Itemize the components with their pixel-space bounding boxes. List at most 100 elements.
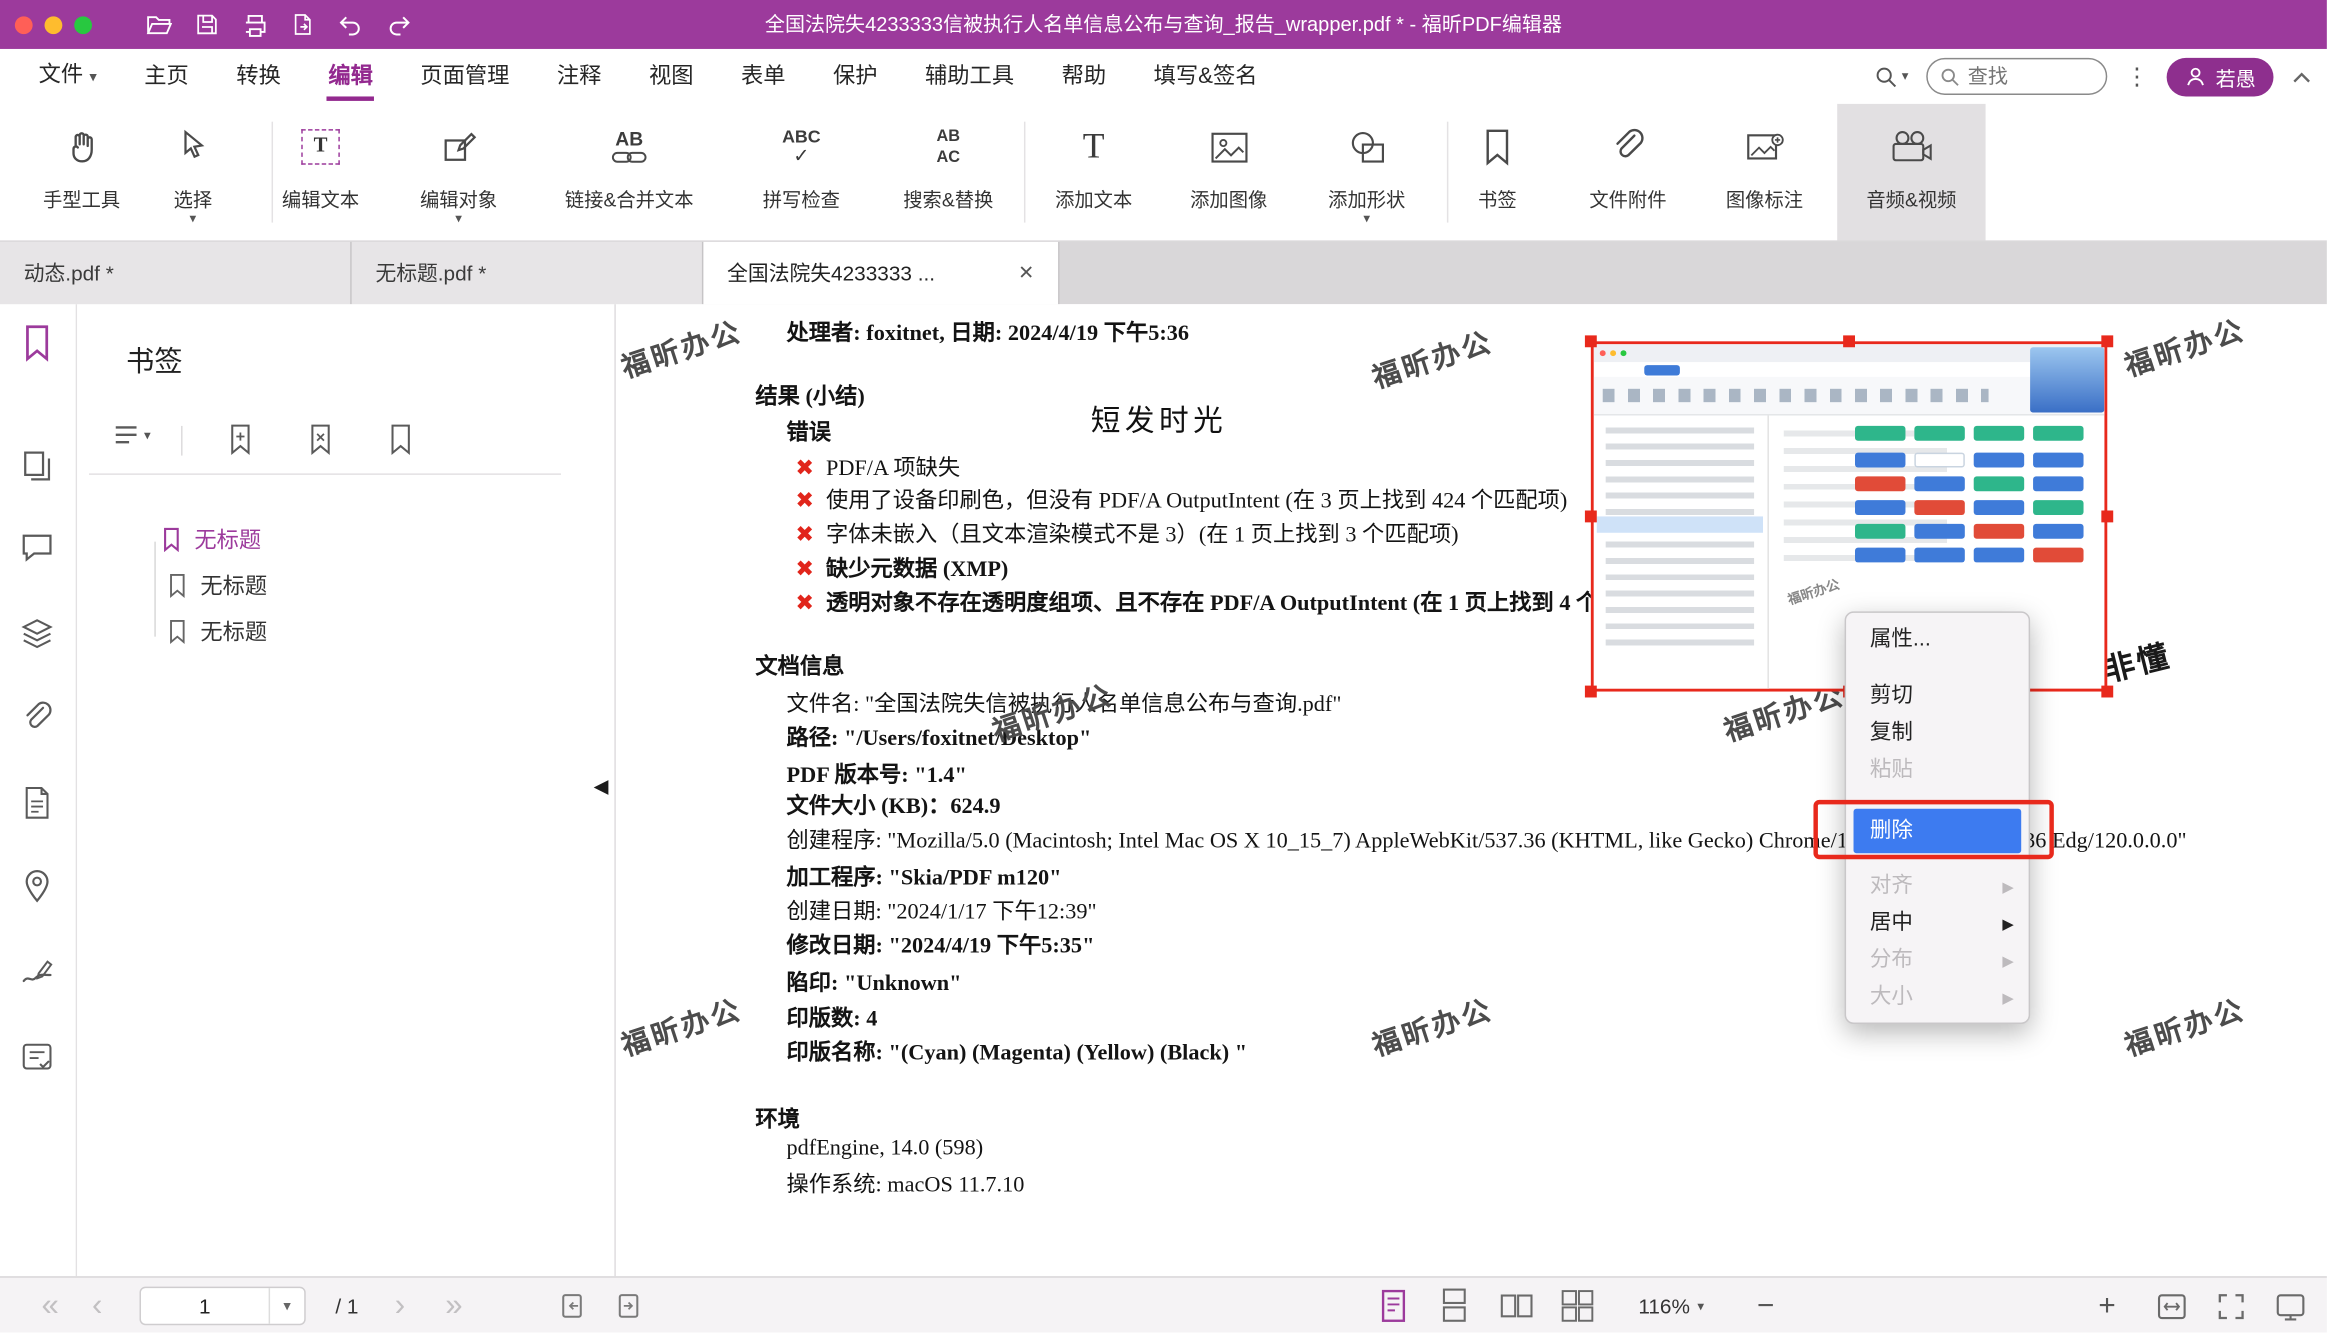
layers-panel-icon[interactable]	[19, 616, 55, 652]
pages-panel-icon[interactable]	[19, 448, 55, 484]
search-input[interactable]	[1968, 65, 2087, 87]
next-view-icon[interactable]	[614, 1278, 644, 1333]
doc-line: 印版数: 4	[787, 1002, 878, 1033]
page-total-label: / 1	[335, 1278, 358, 1333]
menu-file[interactable]: 文件 ▾	[39, 47, 97, 105]
view-facing-icon[interactable]	[1499, 1278, 1535, 1333]
menu-protect[interactable]: 保护	[833, 49, 878, 104]
zoom-in-button[interactable]: +	[2098, 1278, 2115, 1333]
export-icon[interactable]	[291, 12, 315, 37]
next-page-icon[interactable]: ›	[395, 1278, 405, 1333]
close-window-button[interactable]	[15, 16, 33, 34]
document-tab-3-active[interactable]: 全国法院失4233333 ... ✕	[703, 242, 1059, 304]
tool-search-replace[interactable]: ABAC 搜索&替换	[877, 116, 1019, 212]
tool-add-shape[interactable]: 添加形状 ▾	[1304, 116, 1429, 224]
doc-subheading: 错误	[787, 416, 832, 447]
previous-page-icon[interactable]: ‹	[92, 1278, 102, 1333]
menu-fill-sign[interactable]: 填写&签名	[1154, 49, 1258, 104]
menu-page-management[interactable]: 页面管理	[420, 49, 509, 104]
minimize-window-button[interactable]	[45, 16, 63, 34]
redo-icon[interactable]	[386, 13, 413, 37]
find-search-box[interactable]	[1926, 58, 2107, 95]
doc-section-heading: 环境	[755, 1103, 800, 1134]
last-page-icon[interactable]: »	[445, 1278, 462, 1333]
comments-panel-icon[interactable]	[19, 530, 55, 566]
document-tab-1[interactable]: 动态.pdf *	[0, 242, 352, 304]
menu-form[interactable]: 表单	[741, 49, 786, 104]
search-tools-dropdown[interactable]: ▾	[1875, 65, 1908, 89]
zoom-out-button[interactable]: −	[1757, 1278, 1774, 1333]
first-page-icon[interactable]: «	[42, 1278, 59, 1333]
page-number-input[interactable]	[141, 1294, 269, 1318]
print-icon[interactable]	[242, 11, 269, 38]
tool-spell-check[interactable]: ABC✓ 拼写检查	[735, 116, 869, 212]
resize-handle-sw[interactable]	[1585, 686, 1597, 698]
signature-panel-icon[interactable]	[19, 954, 55, 990]
destinations-panel-icon[interactable]	[19, 868, 55, 904]
bookmark-item-1[interactable]: 无标题	[160, 524, 261, 555]
undo-icon[interactable]	[337, 13, 364, 37]
tool-edit-text[interactable]: T 编辑文本	[258, 116, 383, 212]
resize-handle-ne[interactable]	[2101, 335, 2113, 347]
user-account-button[interactable]: 若愚	[2167, 57, 2274, 96]
bookmark-options-menu[interactable]: ▾	[113, 423, 151, 447]
resize-handle-e[interactable]	[2101, 510, 2113, 522]
video-camera-icon	[1837, 116, 1985, 178]
document-page[interactable]: 福昕办公 福昕办公 福昕办公 福昕办公 福昕办公 福昕办公 福昕办公 福昕办公 …	[616, 304, 2327, 1276]
previous-view-icon[interactable]	[557, 1278, 587, 1333]
collapse-panel-handle[interactable]: ◀	[589, 764, 613, 809]
document-tab-2[interactable]: 无标题.pdf *	[352, 242, 704, 304]
doc-section-heading: 文档信息	[755, 650, 844, 681]
link-text-icon: AB	[540, 116, 718, 178]
save-icon[interactable]	[194, 12, 219, 37]
bookmark-item-2[interactable]: 无标题	[166, 570, 267, 601]
resize-handle-nw[interactable]	[1585, 335, 1597, 347]
context-menu-cut[interactable]: 剪切	[1846, 678, 2029, 715]
expand-bookmark-icon[interactable]	[386, 423, 416, 456]
tool-image-annotation[interactable]: 图像标注	[1702, 116, 1827, 212]
add-bookmark-icon[interactable]	[226, 423, 256, 456]
menu-help[interactable]: 帮助	[1062, 49, 1107, 104]
open-file-icon[interactable]	[145, 11, 172, 38]
view-continuous-facing-icon[interactable]	[1560, 1278, 1596, 1333]
presentation-mode-icon[interactable]	[2273, 1278, 2307, 1333]
maximize-window-button[interactable]	[74, 16, 92, 34]
view-single-page-icon[interactable]	[1377, 1278, 1410, 1333]
collapse-ribbon-icon[interactable]	[2291, 69, 2312, 84]
bookmarks-panel-icon[interactable]	[19, 324, 55, 363]
context-menu-copy[interactable]: 复制	[1846, 715, 2029, 752]
resize-handle-w[interactable]	[1585, 510, 1597, 522]
tool-bookmark[interactable]: 书签	[1450, 116, 1545, 212]
page-number-box[interactable]: ▾	[139, 1287, 305, 1326]
context-menu-center[interactable]: 居中▶	[1846, 905, 2029, 942]
tool-select[interactable]: 选择 ▾	[148, 116, 237, 224]
tool-file-attachment[interactable]: 文件附件	[1566, 116, 1691, 212]
tool-audio-video[interactable]: 音频&视频	[1837, 104, 1985, 241]
page-dropdown-icon[interactable]: ▾	[269, 1288, 305, 1324]
menu-convert[interactable]: 转换	[236, 49, 281, 104]
fit-page-icon[interactable]	[2155, 1278, 2189, 1333]
resize-handle-n[interactable]	[1843, 335, 1855, 347]
menu-edit[interactable]: 编辑	[328, 49, 373, 104]
delete-bookmark-icon[interactable]	[306, 423, 336, 456]
tool-add-text[interactable]: T 添加文本	[1034, 116, 1153, 212]
attachments-panel-icon[interactable]	[19, 700, 55, 736]
tool-add-image[interactable]: 添加图像	[1166, 116, 1291, 212]
fullscreen-icon[interactable]	[2214, 1278, 2248, 1333]
tool-link-join-text[interactable]: AB 链接&合并文本	[540, 116, 718, 212]
tool-edit-object[interactable]: 编辑对象 ▾	[396, 116, 521, 224]
menu-comment[interactable]: 注释	[557, 49, 602, 104]
close-tab-icon[interactable]: ✕	[983, 261, 1035, 285]
more-options-icon[interactable]: ⋮	[2125, 62, 2149, 92]
form-fields-panel-icon[interactable]	[19, 1039, 55, 1075]
context-menu-properties[interactable]: 属性...	[1846, 622, 2029, 659]
view-continuous-icon[interactable]	[1438, 1278, 1471, 1333]
tool-hand[interactable]: 手型工具	[22, 116, 141, 212]
menu-home[interactable]: 主页	[144, 49, 189, 104]
document-panel-icon[interactable]	[19, 785, 55, 821]
bookmark-item-3[interactable]: 无标题	[166, 616, 267, 647]
menu-view[interactable]: 视图	[649, 49, 694, 104]
resize-handle-se[interactable]	[2101, 686, 2113, 698]
zoom-level-dropdown[interactable]: 116% ▾	[1638, 1278, 1704, 1333]
menu-accessibility[interactable]: 辅助工具	[925, 49, 1014, 104]
